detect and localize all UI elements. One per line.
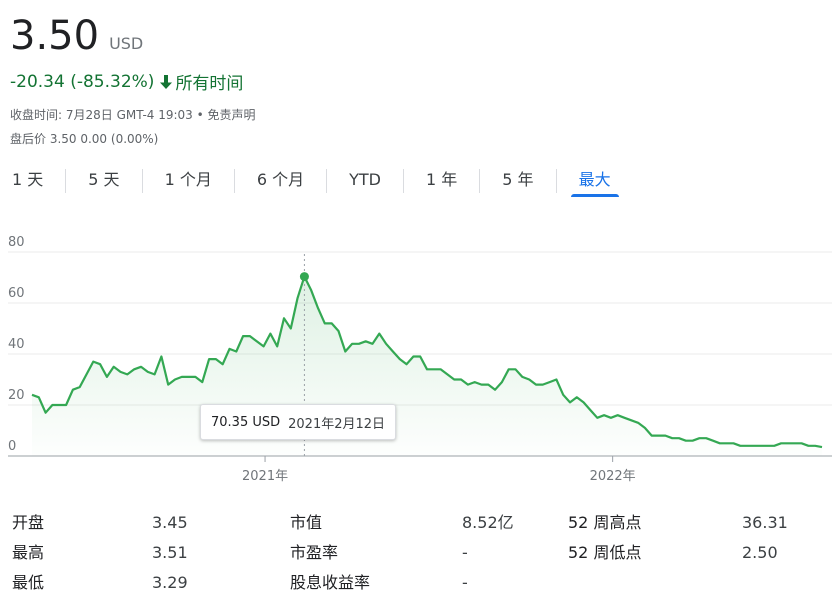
quote-header: 3.50 USD — [10, 12, 143, 60]
stat-value-market-cap: 8.52亿 — [462, 513, 514, 532]
y-tick-label: 20 — [8, 388, 25, 403]
stat-value-pe-ratio: - — [462, 543, 468, 562]
highlight-point — [299, 272, 309, 282]
stat-label-pe-ratio: 市盈率 — [290, 543, 339, 562]
tab-max[interactable]: 最大 — [557, 165, 633, 197]
tab-1y[interactable]: 1 年 — [404, 165, 479, 197]
stats-row: 开盘 3.45 市值 8.52亿 52 周高点 36.31 — [12, 508, 832, 538]
x-tick-label: 2021年 — [242, 469, 288, 484]
stat-value-open: 3.45 — [152, 513, 188, 532]
stat-label-high: 最高 — [12, 543, 45, 562]
y-tick-label: 80 — [8, 235, 25, 250]
tab-5d[interactable]: 5 天 — [66, 165, 141, 197]
tooltip-value: 70.35 USD — [211, 414, 281, 430]
price-chart[interactable]: 0 20 40 60 80 2021年 2022年 — [0, 235, 840, 495]
range-tabs: 1 天 5 天 1 个月 6 个月 YTD 1 年 5 年 最大 — [0, 165, 633, 197]
stats-table: 开盘 3.45 市值 8.52亿 52 周高点 36.31 最高 3.51 市盈… — [12, 508, 832, 598]
tab-5y[interactable]: 5 年 — [480, 165, 555, 197]
stats-row: 最低 3.29 股息收益率 - — [12, 568, 832, 598]
tab-ytd[interactable]: YTD — [327, 165, 403, 197]
stat-label-market-cap: 市值 — [290, 513, 323, 532]
y-tick-label: 0 — [8, 439, 16, 454]
y-tick-label: 40 — [8, 337, 25, 352]
price-change: -20.34 (-85.32%) 所有时间 — [10, 69, 244, 95]
stat-label-open: 开盘 — [12, 513, 45, 532]
tab-1m[interactable]: 1 个月 — [143, 165, 234, 197]
y-tick-label: 60 — [8, 286, 25, 301]
tab-1d[interactable]: 1 天 — [0, 165, 65, 197]
stat-value-52w-high: 36.31 — [742, 513, 788, 532]
stat-label-52w-high: 52 周高点 — [568, 513, 642, 532]
tooltip-date: 2021年2月12日 — [288, 416, 386, 432]
stat-value-low: 3.29 — [152, 573, 188, 592]
change-period: 所有时间 — [175, 74, 244, 94]
stat-value-dividend-yield: - — [462, 573, 468, 592]
close-time: 收盘时间: 7月28日 GMT-4 19:03 • 免责声明 — [10, 108, 256, 122]
stat-value-52w-low: 2.50 — [742, 543, 778, 562]
area-fill — [32, 276, 822, 456]
price-value: 3.50 — [10, 13, 100, 59]
stat-value-high: 3.51 — [152, 543, 188, 562]
stats-row: 最高 3.51 市盈率 - 52 周低点 2.50 — [12, 538, 832, 568]
chart-tooltip: 70.35 USD 2021年2月12日 — [200, 404, 397, 440]
arrow-down-icon — [160, 74, 173, 89]
change-value: -20.34 (-85.32%) — [10, 71, 155, 92]
stat-label-52w-low: 52 周低点 — [568, 543, 642, 562]
stat-label-low: 最低 — [12, 573, 45, 592]
tab-6m[interactable]: 6 个月 — [235, 165, 326, 197]
x-tick-label: 2022年 — [590, 469, 636, 484]
after-hours-price: 盘后价 3.50 0.00 (0.00%) — [10, 132, 159, 146]
stat-label-dividend-yield: 股息收益率 — [290, 573, 371, 592]
currency-label: USD — [109, 34, 144, 53]
